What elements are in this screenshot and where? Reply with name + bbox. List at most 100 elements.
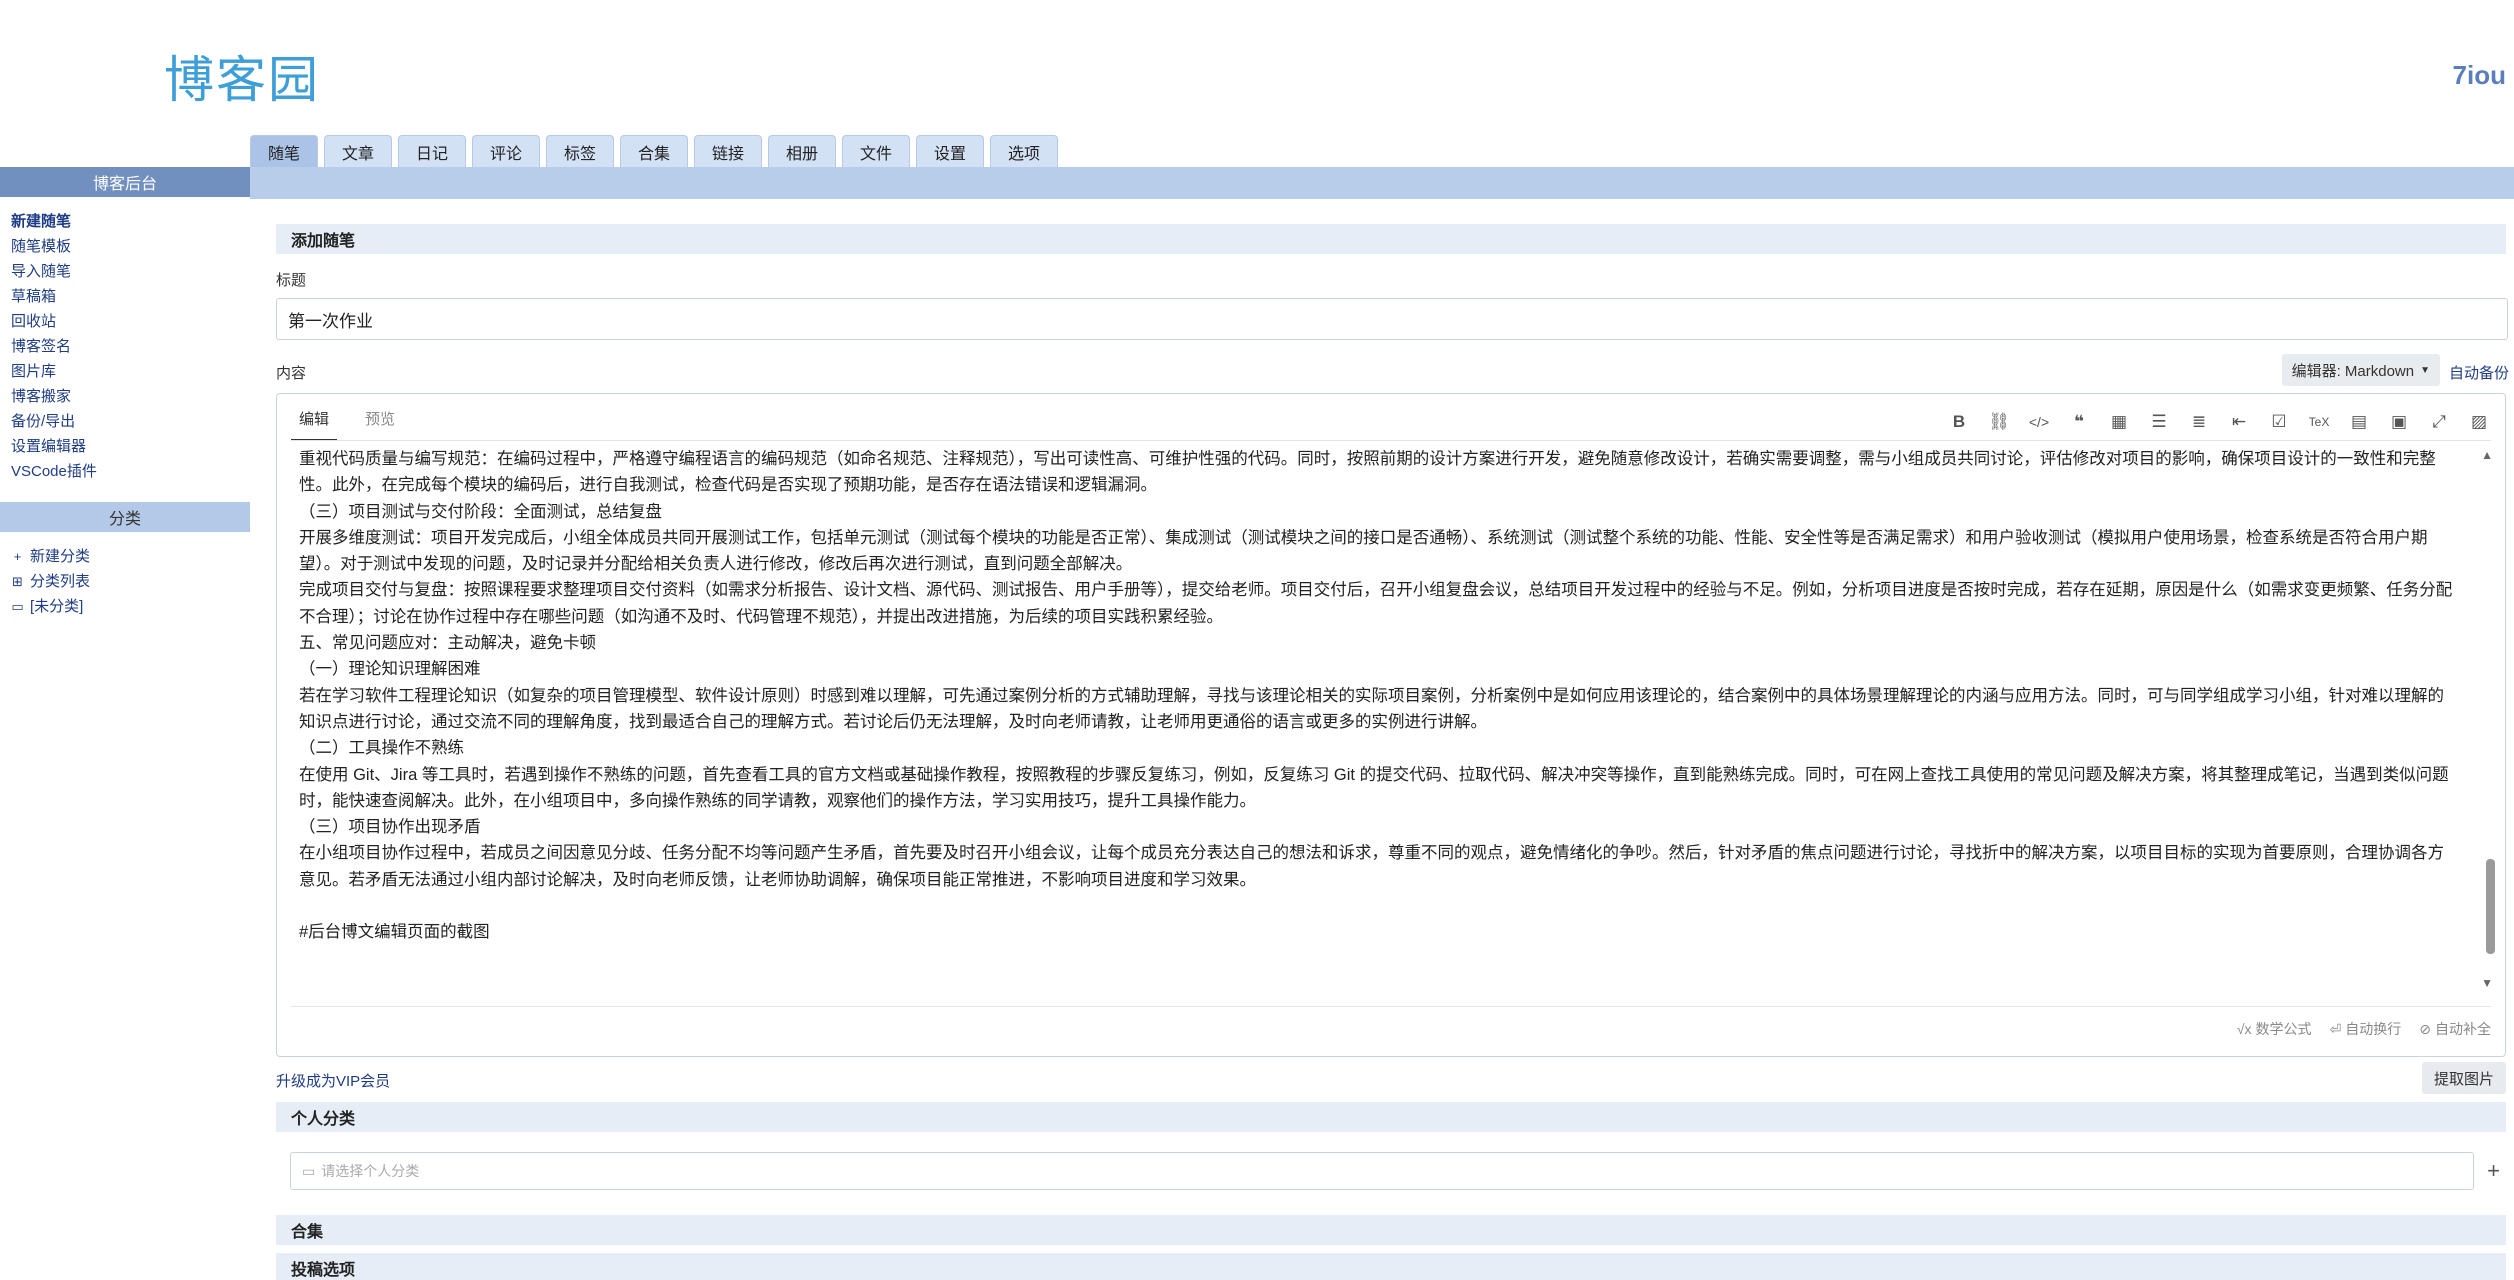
title-input[interactable]: 第一次作业 — [276, 298, 2508, 340]
auto-complete-toggle[interactable]: ⊘ 自动补全 — [2419, 1019, 2491, 1039]
tab-articles[interactable]: 文章 — [324, 135, 392, 167]
caret-down-icon: ▼ — [2420, 364, 2430, 376]
tex-icon[interactable]: TeX — [2307, 410, 2331, 434]
indent-icon[interactable]: ⇤ — [2227, 410, 2251, 434]
scroll-down-arrow[interactable]: ▼ — [2481, 976, 2493, 990]
code-icon[interactable]: </> — [2027, 410, 2051, 434]
add-category-button[interactable]: + — [2487, 1158, 2500, 1184]
sidebar-item-new-post[interactable]: 新建随笔 — [11, 209, 250, 234]
content-line: 在使用 Git、Jira 等工具时，若遇到操作不熟练的问题，首先查看工具的官方文… — [299, 765, 2449, 810]
tab-collections[interactable]: 合集 — [620, 135, 688, 167]
editor-toolbar: B ⛓ </> ❝ ▦ ☰ ≣ ⇤ ☑ TeX ▤ ▣ ⤢ ▨ — [1947, 410, 2491, 434]
editor-footer: √x 数学公式 ⏎ 自动换行 ⊘ 自动补全 — [2237, 1019, 2491, 1039]
username[interactable]: 7iou — [2453, 60, 2506, 91]
category-list: + 新建分类 ⊞ 分类列表 ▭ [未分类] — [0, 532, 250, 619]
personal-category-title: 个人分类 — [276, 1102, 2506, 1132]
content-line: （一）理论知识理解困难 — [299, 660, 481, 679]
editor-select-label: 编辑器: Markdown — [2291, 362, 2415, 380]
content-line: 若在学习软件工程理论知识（如复杂的项目管理模型、软件设计原则）时感到难以理解，可… — [299, 686, 2444, 731]
sidebar-item-editor-settings[interactable]: 设置编辑器 — [11, 434, 250, 459]
auto-wrap-toggle[interactable]: ⏎ 自动换行 — [2330, 1019, 2402, 1039]
save-icon[interactable]: ▣ — [2387, 410, 2411, 434]
tab-edit[interactable]: 编辑 — [291, 408, 338, 441]
vip-upgrade-link[interactable]: 升级成为VIP会员 — [276, 1070, 390, 1091]
submit-options-title: 投稿选项 — [276, 1253, 2506, 1280]
sidebar-item-blog-move[interactable]: 博客搬家 — [11, 384, 250, 409]
checkbox-icon[interactable]: ☑ — [2267, 410, 2291, 434]
sidebar-item-drafts[interactable]: 草稿箱 — [11, 284, 250, 309]
sidebar-item-backup-export[interactable]: 备份/导出 — [11, 409, 250, 434]
uncategorized-link[interactable]: ▭ [未分类] — [11, 594, 250, 619]
folder-icon: ▭ — [11, 599, 24, 614]
auto-wrap-label: 自动换行 — [2345, 1021, 2402, 1037]
tab-diary[interactable]: 日记 — [398, 135, 466, 167]
title-label: 标题 — [276, 272, 307, 289]
main-tabs: 随笔 文章 日记 评论 标签 合集 链接 相册 文件 设置 选项 — [250, 135, 1058, 167]
wrap-icon: ⏎ — [2329, 1020, 2342, 1037]
sidebar-item-vscode-plugin[interactable]: VSCode插件 — [11, 459, 250, 484]
sidebar-item-image-library[interactable]: 图片库 — [11, 359, 250, 384]
tab-posts[interactable]: 随笔 — [250, 135, 318, 167]
content-line: 五、常见问题应对：主动解决，避免卡顿 — [299, 634, 596, 653]
tab-options[interactable]: 选项 — [990, 135, 1058, 167]
category-placeholder: 请选择个人分类 — [321, 1163, 420, 1179]
tab-band — [250, 167, 2514, 199]
category-list-link[interactable]: ⊞ 分类列表 — [11, 569, 250, 594]
editor-footer-divider — [291, 1006, 2491, 1007]
fullscreen-icon[interactable]: ⤢ — [2427, 410, 2451, 434]
tab-albums[interactable]: 相册 — [768, 135, 836, 167]
editor-select[interactable]: 编辑器: Markdown ▼ — [2281, 354, 2440, 386]
link-icon[interactable]: ⛓ — [1987, 410, 2011, 434]
tab-files[interactable]: 文件 — [842, 135, 910, 167]
toc-icon[interactable]: ▤ — [2347, 410, 2371, 434]
sidebar-item-import-posts[interactable]: 导入随笔 — [11, 259, 250, 284]
tree-icon: ⊞ — [12, 574, 23, 589]
personal-category-section: 个人分类 — [276, 1102, 2506, 1132]
tab-tags[interactable]: 标签 — [546, 135, 614, 167]
content-line: 在小组项目协作过程中，若成员之间因意见分歧、任务分配不均等问题产生矛盾，首先要及… — [299, 844, 2444, 889]
new-category-label: 新建分类 — [30, 548, 91, 565]
content-line: （三）项目协作出现矛盾 — [299, 818, 481, 837]
sidebar-item-signature[interactable]: 博客签名 — [11, 334, 250, 359]
plus-icon: + — [13, 549, 22, 564]
sidebar-item-post-template[interactable]: 随笔模板 — [11, 234, 250, 259]
auto-backup-link[interactable]: 自动备份 — [2449, 362, 2509, 383]
autocomplete-off-icon: ⊘ — [2419, 1020, 2431, 1037]
collection-title: 合集 — [276, 1215, 2506, 1245]
category-select[interactable]: ▭ 请选择个人分类 — [290, 1152, 2474, 1190]
content-textarea[interactable]: 重视代码质量与编写规范：在编码过程中，严格遵守编程语言的编码规范（如命名规范、注… — [299, 446, 2457, 958]
editor-divider — [291, 440, 2491, 441]
collection-section: 合集 — [276, 1215, 2506, 1245]
extract-images-button[interactable]: 提取图片 — [2421, 1062, 2506, 1094]
markdown-editor: 编辑 预览 B ⛓ </> ❝ ▦ ☰ ≣ ⇤ ☑ TeX ▤ ▣ ⤢ ▨ 重视… — [276, 393, 2506, 1057]
sidebar: 博客后台 新建随笔 随笔模板 导入随笔 草稿箱 回收站 博客签名 图片库 博客搬… — [0, 167, 250, 1280]
content-line: #后台博文编辑页面的截图 — [299, 923, 490, 942]
content-line: 开展多维度测试：项目开发完成后，小组全体成员共同开展测试工作，包括单元测试（测试… — [299, 528, 2428, 574]
bullet-list-icon[interactable]: ☰ — [2147, 410, 2171, 434]
tab-preview[interactable]: 预览 — [357, 408, 403, 441]
image-icon[interactable]: ▨ — [2467, 410, 2491, 434]
editor-tabs: 编辑 预览 — [291, 408, 403, 441]
numbered-list-icon[interactable]: ≣ — [2187, 410, 2211, 434]
content-label: 内容 — [276, 365, 307, 382]
content-line — [299, 893, 2457, 919]
tab-comments[interactable]: 评论 — [472, 135, 540, 167]
math-toggle[interactable]: √x 数学公式 — [2237, 1019, 2312, 1039]
new-category-link[interactable]: + 新建分类 — [11, 544, 250, 569]
content-line: 重视代码质量与编写规范：在编码过程中，严格遵守编程语言的编码规范（如命名规范、注… — [299, 450, 2436, 495]
scrollbar-thumb[interactable] — [2486, 859, 2495, 954]
tab-settings[interactable]: 设置 — [916, 135, 984, 167]
table-icon[interactable]: ▦ — [2107, 410, 2131, 434]
quote-icon[interactable]: ❝ — [2067, 410, 2091, 434]
folder-icon: ▭ — [302, 1162, 316, 1179]
site-logo[interactable]: 博客园 — [164, 40, 320, 112]
scroll-up-arrow[interactable]: ▲ — [2481, 448, 2493, 462]
content-line: 完成项目交付与复盘：按照课程要求整理项目交付资料（如需求分析报告、设计文档、源代… — [299, 581, 2453, 626]
bold-icon[interactable]: B — [1947, 410, 1971, 434]
sidebar-item-recycle-bin[interactable]: 回收站 — [11, 309, 250, 334]
content-line: （三）项目测试与交付阶段：全面测试，总结复盘 — [299, 502, 662, 521]
main-section-header: 添加随笔 — [276, 224, 2506, 254]
sidebar-links: 新建随笔 随笔模板 导入随笔 草稿箱 回收站 博客签名 图片库 博客搬家 备份/… — [0, 197, 250, 484]
tab-links[interactable]: 链接 — [694, 135, 762, 167]
sqrt-icon: √x — [2236, 1021, 2252, 1037]
